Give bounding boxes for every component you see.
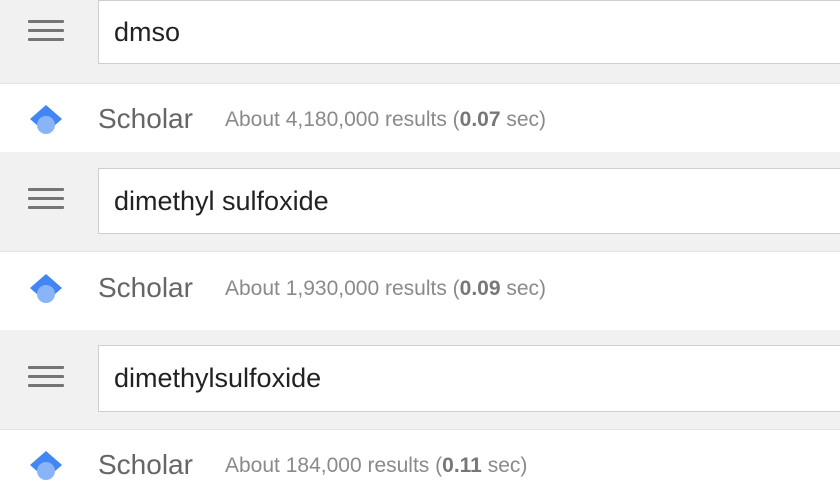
- search-bar: dmso: [0, 0, 840, 84]
- menu-icon[interactable]: [28, 366, 64, 388]
- scholar-logo-icon[interactable]: [28, 103, 64, 137]
- search-time: 0.07: [459, 108, 501, 131]
- search-query: dmso: [114, 17, 181, 47]
- search-time: 0.11: [442, 454, 482, 477]
- scholar-logo-icon[interactable]: [28, 272, 64, 306]
- search-query: dimethyl sulfoxide: [114, 186, 329, 216]
- result-count-text: About 4,180,000 results (: [225, 108, 460, 131]
- menu-icon[interactable]: [28, 20, 64, 42]
- search-input[interactable]: dimethylsulfoxide: [98, 345, 840, 412]
- result-count-text: About 1,930,000 results (: [225, 277, 460, 300]
- scholar-label[interactable]: Scholar: [98, 102, 193, 136]
- result-stats: About 4,180,000 results (0.07 sec): [225, 103, 546, 137]
- scholar-label[interactable]: Scholar: [98, 271, 193, 305]
- result-info-row: Scholar About 1,930,000 results (0.09 se…: [0, 259, 840, 319]
- search-time: 0.09: [459, 277, 501, 300]
- search-query: dimethylsulfoxide: [114, 363, 322, 393]
- search-input[interactable]: dimethyl sulfoxide: [98, 168, 840, 234]
- search-input[interactable]: dmso: [98, 0, 840, 64]
- result-stats: About 1,930,000 results (0.09 sec): [225, 272, 546, 306]
- search-bar: dimethylsulfoxide: [0, 330, 840, 430]
- result-count-text: About 184,000 results (: [225, 454, 443, 477]
- result-stats-suffix: sec): [500, 277, 547, 300]
- result-stats: About 184,000 results (0.11 sec): [225, 449, 527, 483]
- scholar-label[interactable]: Scholar: [98, 448, 193, 482]
- search-bar: dimethyl sulfoxide: [0, 152, 840, 252]
- result-info-row: Scholar About 4,180,000 results (0.07 se…: [0, 90, 840, 150]
- scholar-logo-icon[interactable]: [28, 449, 64, 483]
- result-stats-suffix: sec): [500, 108, 547, 131]
- result-stats-suffix: sec): [481, 454, 528, 477]
- result-info-row: Scholar About 184,000 results (0.11 sec): [0, 436, 840, 496]
- menu-icon[interactable]: [28, 188, 64, 210]
